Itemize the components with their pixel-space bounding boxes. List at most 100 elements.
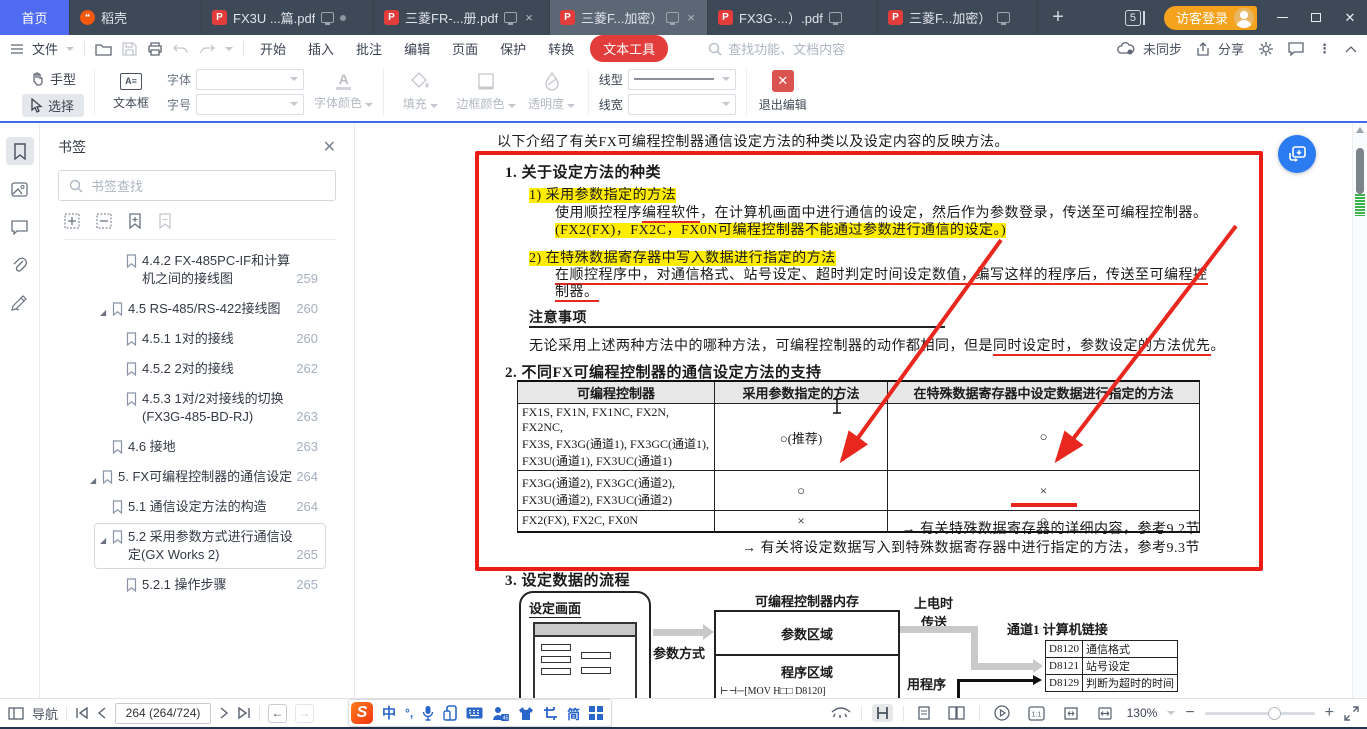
zoom-slider-knob[interactable] — [1268, 707, 1281, 720]
bookmark-item[interactable]: 4.6 接地 263 — [50, 438, 340, 456]
expander-icon[interactable]: ◢ — [100, 304, 106, 322]
fullscreen-icon[interactable] — [1344, 706, 1359, 721]
single-page-button[interactable] — [914, 704, 934, 722]
print-icon[interactable] — [147, 42, 163, 56]
two-page-button[interactable] — [944, 704, 969, 722]
screenshot-icon[interactable] — [543, 706, 558, 721]
continuous-scroll-button[interactable] — [872, 704, 893, 722]
linetype-select[interactable] — [628, 69, 736, 90]
menu-convert[interactable]: 转换 — [542, 39, 580, 58]
fontsize-select[interactable] — [196, 94, 304, 115]
sync-status[interactable]: 未同步 — [1117, 39, 1182, 58]
bookmark-item[interactable]: ◢ 4.5 RS-485/RS-422接线图 260 — [50, 300, 340, 318]
tab-home[interactable]: 首页 — [0, 0, 70, 35]
scroll-up-arrow-icon[interactable] — [1356, 127, 1364, 133]
textbox-button[interactable]: A≡ 文本框 — [105, 65, 157, 119]
zoom-out-button[interactable]: − — [1185, 704, 1194, 722]
tab-doc-fx3g[interactable]: P FX3G·...）.pdf — [708, 0, 878, 35]
play-presentation-button[interactable] — [990, 703, 1014, 723]
font-select[interactable] — [196, 69, 304, 90]
search-input[interactable]: 查找功能、文档内容 — [708, 39, 845, 58]
menu-edit[interactable]: 编辑 — [398, 39, 436, 58]
file-menu[interactable]: 文件 — [10, 39, 74, 58]
navigation-toggle[interactable]: 导航 — [8, 704, 58, 723]
linewidth-select[interactable] — [628, 94, 736, 115]
monitor-icon[interactable] — [321, 12, 334, 23]
exit-edit-button[interactable]: ✕ 退出编辑 — [757, 65, 809, 119]
prev-page-button[interactable] — [97, 707, 107, 719]
punctuation-icon[interactable]: °, — [405, 706, 413, 720]
monitor-icon[interactable] — [829, 12, 842, 23]
fit-page-button[interactable] — [1059, 704, 1083, 723]
fit-width-button[interactable] — [1093, 704, 1117, 723]
actual-size-button[interactable]: 1:1 — [1024, 704, 1049, 723]
tab-docer[interactable]: ❝ 稻壳 — [70, 0, 202, 35]
bookmark-item[interactable]: 5.1 通信设定方法的构造 264 — [50, 498, 340, 516]
phone-icon[interactable] — [443, 705, 457, 721]
microphone-icon[interactable] — [422, 705, 434, 721]
close-tab-icon[interactable]: × — [685, 10, 697, 25]
thumbnails-panel-button[interactable] — [6, 175, 34, 203]
menu-start[interactable]: 开始 — [254, 39, 292, 58]
bookmark-item[interactable]: 5.2.1 操作步骤 265 — [50, 576, 340, 594]
comments-panel-button[interactable] — [6, 213, 34, 241]
tab-text-tool[interactable]: 文本工具 — [590, 35, 668, 62]
add-bookmark-icon[interactable] — [128, 213, 142, 229]
bookmark-search-input[interactable]: 书签查找 — [58, 170, 336, 201]
opacity-button[interactable]: 透明度 — [526, 65, 578, 119]
more-menu-icon[interactable]: ⋮ — [1318, 41, 1331, 57]
eye-protect-icon[interactable] — [831, 707, 851, 720]
bookmark-item[interactable]: 4.5.2 2对的接线 262 — [50, 360, 340, 378]
bookmarks-panel-button[interactable] — [6, 137, 34, 165]
page-number-input[interactable] — [115, 703, 211, 724]
soft-keyboard-icon[interactable] — [466, 707, 483, 719]
expander-icon[interactable]: ◢ — [100, 532, 106, 550]
bookmark-item[interactable]: 4.5.3 1对/2对接线的切换(FX3G-485-BD-RJ) 263 — [50, 390, 340, 426]
vertical-scrollbar[interactable] — [1352, 123, 1367, 698]
menu-page[interactable]: 页面 — [446, 39, 484, 58]
bookmark-item[interactable]: ◢ 5. FX可编程控制器的通信设定 264 — [50, 468, 340, 486]
bookmark-item[interactable]: 4.5.1 1对的接线 260 — [50, 330, 340, 348]
close-tab-icon[interactable]: × — [523, 10, 535, 25]
monitor-icon[interactable] — [666, 12, 679, 23]
zoom-level-value[interactable]: 130% — [1127, 706, 1158, 720]
open-folder-icon[interactable] — [95, 42, 112, 56]
fill-button[interactable]: 填充 — [394, 65, 446, 119]
menu-annotate[interactable]: 批注 — [350, 39, 388, 58]
monitor-icon[interactable] — [997, 12, 1010, 23]
collapse-ribbon-icon[interactable] — [1345, 45, 1357, 53]
next-page-button[interactable] — [219, 707, 229, 719]
sogou-logo-icon[interactable]: S — [351, 702, 373, 724]
minimize-button[interactable] — [1265, 0, 1299, 35]
redo-icon[interactable] — [199, 42, 215, 55]
last-page-button[interactable] — [237, 707, 251, 719]
skin-icon[interactable] — [518, 706, 534, 721]
feedback-icon[interactable] — [1288, 42, 1304, 56]
menu-insert[interactable]: 插入 — [302, 39, 340, 58]
tab-doc-mitsubishi[interactable]: P 三菱F...加密） — [878, 0, 1038, 35]
new-tab-button[interactable]: + — [1038, 0, 1078, 35]
first-page-button[interactable] — [75, 707, 89, 719]
more-actions-chevron-icon[interactable] — [225, 47, 233, 51]
scrollbar-thumb[interactable] — [1356, 148, 1364, 194]
custom-phrase-icon[interactable]: 45 — [492, 706, 509, 721]
share-button[interactable]: 分享 — [1196, 39, 1244, 58]
undo-icon[interactable] — [173, 42, 189, 55]
zoom-slider[interactable] — [1205, 712, 1315, 715]
gear-icon[interactable] — [1258, 41, 1274, 57]
tab-doc-active[interactable]: P 三菱F...加密） × — [550, 0, 708, 35]
close-window-button[interactable]: ✕ — [1333, 0, 1367, 35]
border-color-button[interactable]: 边框颜色 — [456, 65, 515, 119]
chinese-mode-icon[interactable]: 中 — [382, 703, 396, 723]
font-color-button[interactable]: A 字体颜色 — [314, 65, 373, 119]
close-panel-icon[interactable]: ✕ — [323, 137, 336, 157]
history-back-button[interactable]: ← — [268, 704, 287, 723]
expander-icon[interactable]: ◢ — [90, 472, 96, 490]
expand-all-icon[interactable] — [64, 213, 80, 229]
login-button[interactable]: 访客登录 — [1164, 6, 1257, 30]
signature-panel-button[interactable] — [6, 289, 34, 317]
hand-tool-button[interactable]: 手型 — [22, 67, 84, 90]
monitor-icon[interactable] — [504, 12, 517, 23]
ime-toolbox-icon[interactable] — [589, 706, 603, 720]
menu-protect[interactable]: 保护 — [494, 39, 532, 58]
